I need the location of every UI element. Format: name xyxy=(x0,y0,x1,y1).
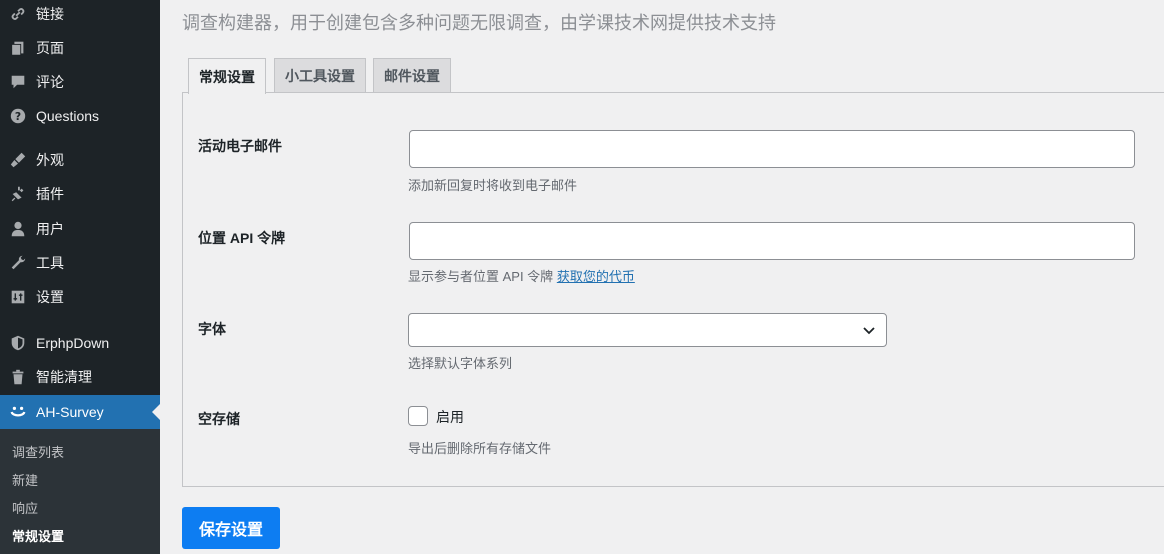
sidebar-item-label: 工具 xyxy=(36,255,64,271)
tab-general-settings[interactable]: 常规设置 xyxy=(188,58,266,94)
api-token-label: 位置 API 令牌 xyxy=(198,230,286,246)
email-field[interactable] xyxy=(409,130,1135,168)
sidebar-item-label: 链接 xyxy=(36,6,64,22)
sidebar-item-plugins[interactable]: 插件 xyxy=(0,177,160,211)
sidebar-item-erphpdown[interactable]: ErphpDown xyxy=(0,326,160,360)
tab-widget-settings[interactable]: 小工具设置 xyxy=(274,58,366,93)
appearance-icon xyxy=(0,151,36,169)
font-label: 字体 xyxy=(198,321,226,337)
pages-icon xyxy=(0,39,36,57)
storage-help: 导出后删除所有存储文件 xyxy=(408,441,552,456)
submenu-general-settings[interactable]: 常规设置 xyxy=(12,521,64,549)
sidebar-item-label: 用户 xyxy=(36,221,64,237)
sidebar-item-settings[interactable]: 设置 xyxy=(0,280,160,314)
email-field-help: 添加新回复时将收到电子邮件 xyxy=(408,178,578,193)
submenu-responses[interactable]: 响应 xyxy=(12,493,38,521)
save-settings-button[interactable]: 保存设置 xyxy=(182,507,280,549)
plugins-icon xyxy=(0,185,36,203)
settings-icon xyxy=(0,288,36,306)
sidebar-item-label: 页面 xyxy=(36,40,64,56)
sidebar-item-comments[interactable]: 评论 xyxy=(0,65,160,99)
api-token-help-text: 显示参与者位置 API 令牌 xyxy=(408,269,554,284)
api-token-help: 显示参与者位置 API 令牌 获取您的代币 xyxy=(408,266,635,285)
link-icon xyxy=(0,5,36,23)
storage-label: 空存储 xyxy=(198,411,240,427)
sidebar-item-ah-survey[interactable]: AH-Survey xyxy=(0,395,160,429)
submenu-survey-list[interactable]: 调查列表 xyxy=(12,437,64,465)
chevron-down-icon xyxy=(863,327,875,335)
api-token-input[interactable] xyxy=(409,222,1135,260)
sidebar-item-label: 评论 xyxy=(36,74,64,90)
trash-icon xyxy=(0,368,36,386)
sidebar-item-links[interactable]: 链接 xyxy=(0,0,160,31)
sidebar-item-questions[interactable]: ? Questions xyxy=(0,99,160,133)
admin-sidebar: 链接 页面 评论 ? Questions 外观 插件 用户 工具 设置 Erph… xyxy=(0,0,160,554)
shield-icon xyxy=(0,334,36,352)
sidebar-item-tools[interactable]: 工具 xyxy=(0,246,160,280)
sidebar-item-label: 智能清理 xyxy=(36,369,92,385)
get-token-link[interactable]: 获取您的代币 xyxy=(557,269,635,284)
sidebar-item-label: 外观 xyxy=(36,152,64,168)
sidebar-item-appearance[interactable]: 外观 xyxy=(0,143,160,177)
sidebar-item-label: ErphpDown xyxy=(36,335,110,351)
tools-icon xyxy=(0,254,36,272)
sidebar-item-pages[interactable]: 页面 xyxy=(0,31,160,65)
email-field-label: 活动电子邮件 xyxy=(198,138,282,154)
sidebar-item-label: 设置 xyxy=(36,289,64,305)
sidebar-submenu: 调查列表 新建 响应 常规设置 xyxy=(0,429,160,554)
submenu-new[interactable]: 新建 xyxy=(12,465,38,493)
users-icon xyxy=(0,220,36,238)
tab-email-settings[interactable]: 邮件设置 xyxy=(373,58,451,93)
storage-checkbox[interactable] xyxy=(408,406,428,426)
sidebar-item-label: 插件 xyxy=(36,186,64,202)
smile-icon xyxy=(0,403,36,421)
storage-checkbox-label: 启用 xyxy=(436,409,464,425)
question-icon: ? xyxy=(0,107,36,125)
sidebar-item-label: AH-Survey xyxy=(36,404,104,420)
font-help: 选择默认字体系列 xyxy=(408,356,513,371)
comments-icon xyxy=(0,73,36,91)
sidebar-item-smart-clean[interactable]: 智能清理 xyxy=(0,360,160,394)
font-select[interactable] xyxy=(408,313,887,347)
sidebar-item-users[interactable]: 用户 xyxy=(0,212,160,246)
page-description: 调查构建器，用于创建包含多种问题无限调查，由学课技术网提供技术支持 xyxy=(182,13,776,33)
sidebar-item-label: Questions xyxy=(36,108,100,124)
svg-text:?: ? xyxy=(15,110,21,123)
